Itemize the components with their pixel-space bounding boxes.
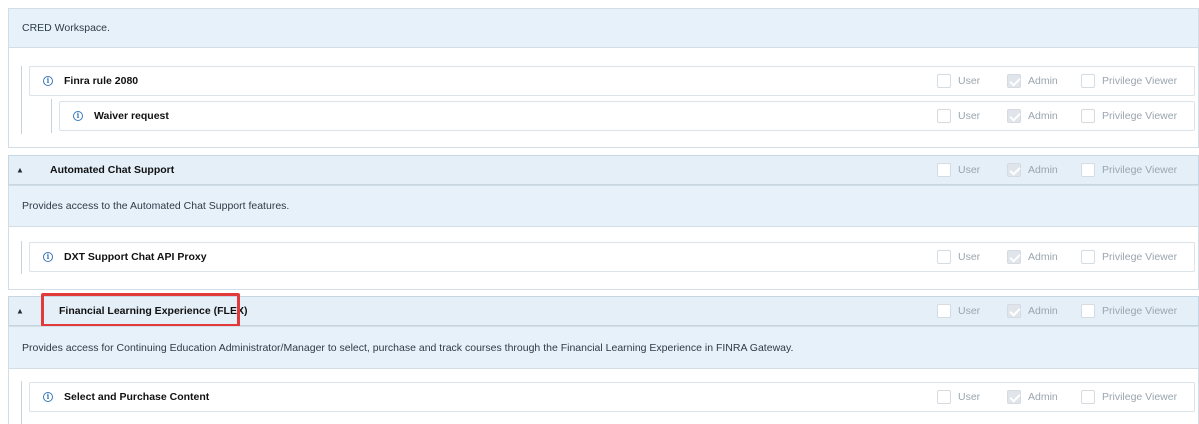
checkbox-icon[interactable] bbox=[937, 390, 951, 404]
checkbox-label: Admin bbox=[1028, 251, 1058, 263]
checkbox-label: User bbox=[958, 305, 981, 317]
admin-checkbox[interactable]: Admin bbox=[1007, 163, 1058, 177]
privilege-viewer-checkbox[interactable]: Privilege Viewer bbox=[1081, 109, 1177, 123]
section-description: Provides access to the Automated Chat Su… bbox=[8, 185, 1199, 227]
checkbox-label: User bbox=[958, 391, 981, 403]
privilege-viewer-checkbox[interactable]: Privilege Viewer bbox=[1081, 250, 1177, 264]
user-checkbox[interactable]: User bbox=[937, 163, 980, 177]
automated-chat-support-description: Provides access to the Automated Chat Su… bbox=[22, 200, 290, 212]
checkbox-label: User bbox=[958, 164, 981, 176]
admin-checkbox[interactable]: Admin bbox=[1007, 304, 1058, 318]
checkbox-label: Admin bbox=[1028, 110, 1058, 122]
checkbox-icon[interactable] bbox=[1007, 163, 1021, 177]
checkbox-icon[interactable] bbox=[937, 304, 951, 318]
checkbox-icon[interactable] bbox=[1007, 304, 1021, 318]
privilege-viewer-checkbox[interactable]: Privilege Viewer bbox=[1081, 74, 1177, 88]
checkbox-label: Privilege Viewer bbox=[1102, 75, 1178, 87]
user-checkbox[interactable]: User bbox=[937, 250, 980, 264]
checkbox-label: Admin bbox=[1028, 391, 1058, 403]
cred-workspace-description: CRED Workspace. bbox=[22, 22, 110, 34]
checkbox-icon[interactable] bbox=[1007, 390, 1021, 404]
checkbox-label: Privilege Viewer bbox=[1102, 110, 1178, 122]
checkbox-icon[interactable] bbox=[1081, 74, 1095, 88]
checkbox-icon[interactable] bbox=[1081, 304, 1095, 318]
checkbox-icon[interactable] bbox=[1007, 250, 1021, 264]
flex-description: Provides access for Continuing Education… bbox=[22, 341, 794, 354]
info-icon[interactable]: i bbox=[43, 252, 53, 262]
privilege-viewer-checkbox[interactable]: Privilege Viewer bbox=[1081, 390, 1177, 404]
section-description: CRED Workspace. bbox=[8, 8, 1199, 48]
checkbox-icon[interactable] bbox=[1081, 250, 1095, 264]
tree-connector bbox=[21, 66, 22, 134]
user-checkbox[interactable]: User bbox=[937, 304, 980, 318]
checkbox-icon[interactable] bbox=[937, 109, 951, 123]
caret-up-icon[interactable]: ▲ bbox=[16, 166, 24, 175]
checkbox-label: Admin bbox=[1028, 75, 1058, 87]
admin-checkbox[interactable]: Admin bbox=[1007, 74, 1058, 88]
checkbox-label: Privilege Viewer bbox=[1102, 305, 1178, 317]
info-icon[interactable]: i bbox=[43, 76, 53, 86]
checkbox-icon[interactable] bbox=[1007, 74, 1021, 88]
tree-connector bbox=[51, 99, 52, 133]
row-label: Select and Purchase Content bbox=[64, 391, 210, 403]
checkbox-icon[interactable] bbox=[1081, 109, 1095, 123]
info-icon[interactable]: i bbox=[73, 111, 83, 121]
checkbox-icon[interactable] bbox=[937, 74, 951, 88]
admin-checkbox[interactable]: Admin bbox=[1007, 250, 1058, 264]
checkbox-label: User bbox=[958, 110, 981, 122]
tree-connector bbox=[21, 381, 22, 424]
section-title: Automated Chat Support bbox=[50, 164, 175, 176]
section-description: Provides access for Continuing Education… bbox=[8, 326, 1199, 369]
checkbox-label: Admin bbox=[1028, 305, 1058, 317]
caret-up-icon[interactable]: ▲ bbox=[16, 307, 24, 316]
privilege-viewer-checkbox[interactable]: Privilege Viewer bbox=[1081, 304, 1177, 318]
admin-checkbox[interactable]: Admin bbox=[1007, 390, 1058, 404]
tree-connector bbox=[21, 241, 22, 274]
checkbox-label: User bbox=[958, 251, 981, 263]
checkbox-icon[interactable] bbox=[1081, 163, 1095, 177]
checkbox-label: Privilege Viewer bbox=[1102, 251, 1178, 263]
checkbox-label: Privilege Viewer bbox=[1102, 164, 1178, 176]
privilege-viewer-checkbox[interactable]: Privilege Viewer bbox=[1081, 163, 1177, 177]
admin-checkbox[interactable]: Admin bbox=[1007, 109, 1058, 123]
checkbox-icon[interactable] bbox=[937, 250, 951, 264]
user-checkbox[interactable]: User bbox=[937, 109, 980, 123]
checkbox-icon[interactable] bbox=[1081, 390, 1095, 404]
user-checkbox[interactable]: User bbox=[937, 74, 980, 88]
info-icon[interactable]: i bbox=[43, 392, 53, 402]
checkbox-icon[interactable] bbox=[937, 163, 951, 177]
checkbox-label: Privilege Viewer bbox=[1102, 391, 1178, 403]
user-checkbox[interactable]: User bbox=[937, 390, 980, 404]
row-label: Waiver request bbox=[94, 110, 169, 122]
checkbox-icon[interactable] bbox=[1007, 109, 1021, 123]
checkbox-label: Admin bbox=[1028, 164, 1058, 176]
row-label: Finra rule 2080 bbox=[64, 75, 139, 87]
highlight-box bbox=[41, 293, 240, 327]
checkbox-label: User bbox=[958, 75, 981, 87]
row-label: DXT Support Chat API Proxy bbox=[64, 251, 207, 263]
